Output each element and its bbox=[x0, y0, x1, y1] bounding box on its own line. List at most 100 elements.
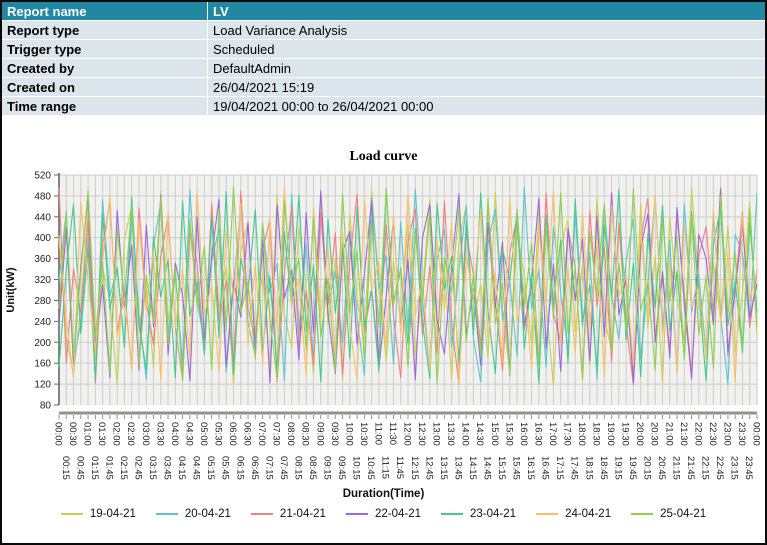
svg-text:00:00: 00:00 bbox=[53, 422, 64, 446]
svg-text:04:45: 04:45 bbox=[191, 456, 202, 480]
report-name-value: LV bbox=[208, 2, 766, 21]
svg-text:320: 320 bbox=[34, 275, 51, 286]
legend-line-swatch bbox=[61, 513, 83, 515]
svg-text:21:45: 21:45 bbox=[685, 456, 696, 480]
svg-text:08:00: 08:00 bbox=[285, 422, 296, 446]
svg-text:01:15: 01:15 bbox=[89, 456, 100, 480]
svg-text:00:30: 00:30 bbox=[67, 422, 78, 446]
svg-text:17:15: 17:15 bbox=[554, 456, 565, 480]
report-type-label: Report type bbox=[2, 21, 208, 40]
svg-text:11:30: 11:30 bbox=[387, 422, 398, 445]
svg-text:02:45: 02:45 bbox=[132, 456, 143, 480]
svg-text:18:15: 18:15 bbox=[583, 456, 594, 480]
table-row: Time range 19/04/2021 00:00 to 26/04/202… bbox=[2, 97, 765, 116]
legend-label: 20-04-21 bbox=[185, 508, 231, 520]
svg-text:08:45: 08:45 bbox=[307, 456, 318, 480]
svg-text:13:15: 13:15 bbox=[438, 456, 449, 480]
svg-text:23:30: 23:30 bbox=[736, 422, 747, 446]
report-type-value: Load Variance Analysis bbox=[208, 21, 766, 40]
svg-text:03:45: 03:45 bbox=[162, 456, 173, 480]
legend-label: 25-04-21 bbox=[660, 508, 706, 520]
svg-text:07:30: 07:30 bbox=[271, 422, 282, 446]
svg-text:20:30: 20:30 bbox=[649, 422, 660, 446]
svg-text:12:15: 12:15 bbox=[409, 456, 420, 480]
svg-text:16:00: 16:00 bbox=[518, 422, 529, 446]
legend-item: 25-04-21 bbox=[631, 508, 706, 520]
table-row: Report name LV bbox=[2, 2, 765, 21]
svg-text:14:00: 14:00 bbox=[460, 422, 471, 446]
svg-text:02:15: 02:15 bbox=[118, 456, 129, 480]
legend-item: 23-04-21 bbox=[441, 508, 516, 520]
legend-line-swatch bbox=[536, 513, 558, 515]
svg-text:00:00: 00:00 bbox=[751, 422, 762, 446]
svg-text:03:15: 03:15 bbox=[147, 456, 158, 480]
legend-line-swatch bbox=[631, 513, 653, 515]
table-row: Created on 26/04/2021 15:19 bbox=[2, 78, 765, 97]
svg-text:13:30: 13:30 bbox=[445, 422, 456, 446]
svg-text:23:00: 23:00 bbox=[721, 422, 732, 446]
svg-text:240: 240 bbox=[34, 317, 51, 328]
svg-text:14:45: 14:45 bbox=[481, 456, 492, 480]
svg-text:480: 480 bbox=[34, 191, 51, 202]
svg-text:04:00: 04:00 bbox=[169, 422, 180, 446]
legend-line-swatch bbox=[346, 513, 368, 515]
svg-text:09:30: 09:30 bbox=[329, 422, 340, 446]
svg-text:06:15: 06:15 bbox=[234, 456, 245, 480]
svg-text:360: 360 bbox=[34, 254, 51, 265]
svg-text:08:30: 08:30 bbox=[300, 422, 311, 446]
svg-text:12:00: 12:00 bbox=[402, 422, 413, 446]
report-meta-table: Report name LV Report type Load Variance… bbox=[2, 2, 765, 116]
svg-text:02:30: 02:30 bbox=[125, 422, 136, 446]
svg-text:04:30: 04:30 bbox=[183, 422, 194, 446]
svg-text:09:45: 09:45 bbox=[336, 456, 347, 480]
chart-area: 8012016020024028032036040044048052000:00… bbox=[2, 169, 765, 490]
svg-text:15:15: 15:15 bbox=[496, 456, 507, 480]
svg-text:10:45: 10:45 bbox=[365, 456, 376, 480]
svg-text:23:45: 23:45 bbox=[743, 456, 754, 480]
legend-line-swatch bbox=[156, 513, 178, 515]
svg-text:23:15: 23:15 bbox=[729, 456, 740, 480]
svg-text:15:00: 15:00 bbox=[489, 422, 500, 446]
svg-text:160: 160 bbox=[34, 359, 51, 370]
svg-text:22:00: 22:00 bbox=[692, 422, 703, 446]
chart-title: Load curve bbox=[2, 149, 765, 165]
legend-label: 22-04-21 bbox=[375, 508, 421, 520]
svg-text:18:00: 18:00 bbox=[576, 422, 587, 446]
svg-text:18:30: 18:30 bbox=[591, 422, 602, 446]
svg-text:12:30: 12:30 bbox=[416, 422, 427, 446]
svg-text:15:45: 15:45 bbox=[511, 456, 522, 480]
legend-item: 21-04-21 bbox=[251, 508, 326, 520]
svg-text:400: 400 bbox=[34, 233, 51, 244]
load-curve-chart: 8012016020024028032036040044048052000:00… bbox=[2, 169, 767, 485]
svg-text:05:15: 05:15 bbox=[205, 456, 216, 480]
svg-text:02:00: 02:00 bbox=[111, 422, 122, 446]
svg-text:07:15: 07:15 bbox=[263, 456, 274, 480]
svg-text:01:45: 01:45 bbox=[103, 456, 114, 480]
svg-text:19:45: 19:45 bbox=[627, 456, 638, 480]
svg-text:06:30: 06:30 bbox=[242, 422, 253, 446]
legend-label: 19-04-21 bbox=[90, 508, 136, 520]
svg-text:19:00: 19:00 bbox=[605, 422, 616, 446]
svg-text:14:15: 14:15 bbox=[467, 456, 478, 480]
svg-text:14:30: 14:30 bbox=[474, 422, 485, 446]
svg-text:20:15: 20:15 bbox=[641, 456, 652, 480]
legend-label: 21-04-21 bbox=[280, 508, 326, 520]
time-range-label: Time range bbox=[2, 97, 208, 116]
svg-text:19:15: 19:15 bbox=[612, 456, 623, 480]
svg-text:20:45: 20:45 bbox=[656, 456, 667, 480]
legend-item: 22-04-21 bbox=[346, 508, 421, 520]
svg-text:09:15: 09:15 bbox=[322, 456, 333, 480]
svg-text:21:15: 21:15 bbox=[671, 456, 682, 480]
svg-text:19:30: 19:30 bbox=[620, 422, 631, 446]
created-on-value: 26/04/2021 15:19 bbox=[208, 78, 766, 97]
svg-text:09:00: 09:00 bbox=[314, 422, 325, 446]
legend-label: 23-04-21 bbox=[470, 508, 516, 520]
legend-label: 24-04-21 bbox=[565, 508, 611, 520]
chart-legend: 19-04-21 20-04-21 21-04-21 22-04-21 23-0… bbox=[2, 508, 765, 520]
svg-text:80: 80 bbox=[40, 401, 52, 412]
svg-text:06:00: 06:00 bbox=[227, 422, 238, 446]
svg-text:05:00: 05:00 bbox=[198, 422, 209, 446]
svg-text:12:45: 12:45 bbox=[423, 456, 434, 480]
svg-text:11:45: 11:45 bbox=[394, 456, 405, 479]
legend-line-swatch bbox=[441, 513, 463, 515]
